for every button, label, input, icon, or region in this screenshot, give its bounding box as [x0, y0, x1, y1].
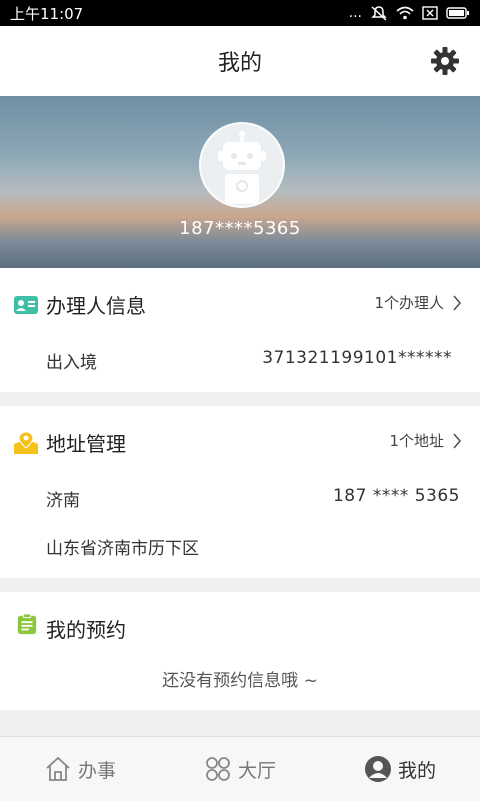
- profile-phone: 187****5365: [179, 218, 301, 239]
- status-time: 上午11:07: [10, 4, 84, 23]
- nav-label-mine: 我的: [397, 759, 436, 782]
- appointment-card[interactable]: 我的预约 还没有预约信息哦 ~: [0, 592, 480, 710]
- robot-avatar-icon: [218, 131, 266, 204]
- address-count-link[interactable]: 1个地址: [389, 430, 462, 451]
- applicant-card-header[interactable]: 办理人信息 1个办理人: [0, 268, 480, 338]
- sim-x-icon: [422, 6, 438, 20]
- status-dots: ...: [348, 5, 362, 21]
- mute-icon: [371, 6, 387, 21]
- chevron-right-icon: [453, 432, 462, 449]
- appointment-card-header: 我的预约: [0, 592, 480, 662]
- page-title: 我的: [217, 51, 262, 76]
- appointment-empty-message: 还没有预约信息哦 ~: [162, 671, 318, 691]
- address-count: 1个地址: [389, 432, 444, 450]
- avatar[interactable]: [199, 122, 285, 208]
- clipboard-icon: [17, 613, 37, 635]
- applicant-title: 办理人信息: [46, 294, 146, 318]
- applicant-type: 出入境: [46, 353, 97, 373]
- nav-item-hall[interactable]: 大厅: [160, 755, 320, 783]
- nav-label-hall: 大厅: [237, 759, 276, 782]
- battery-icon: [446, 7, 469, 19]
- wifi-icon: [396, 6, 414, 20]
- bottom-nav: 办事 大厅 我的: [0, 736, 480, 801]
- address-card-header[interactable]: 地址管理 1个地址: [0, 406, 480, 476]
- address-phone: 187 **** 5365: [332, 486, 460, 506]
- applicant-count: 1个办理人: [374, 294, 444, 312]
- applicant-count-link[interactable]: 1个办理人: [374, 292, 462, 313]
- home-icon: [46, 756, 70, 781]
- hall-grid-icon: [206, 757, 230, 781]
- id-card-icon: [14, 296, 38, 314]
- address-detail: 山东省济南市历下区: [46, 539, 199, 559]
- address-title: 地址管理: [46, 432, 126, 456]
- gear-icon[interactable]: [428, 44, 462, 78]
- nav-item-affairs[interactable]: 办事: [0, 755, 160, 783]
- status-icons: ...: [349, 5, 470, 21]
- appointment-title: 我的预约: [46, 618, 126, 642]
- profile-banner: 187****5365: [0, 96, 480, 268]
- chevron-right-icon: [453, 294, 462, 311]
- nav-item-mine[interactable]: 我的: [320, 755, 480, 783]
- user-icon: [364, 756, 391, 782]
- address-name: 济南: [46, 491, 80, 511]
- status-bar: 上午11:07 ...: [0, 0, 480, 26]
- applicant-id-number: 371321199101******: [262, 348, 452, 368]
- address-card[interactable]: 地址管理 1个地址 济南 187 **** 5365 山东省济南市历下区: [0, 406, 480, 578]
- location-pin-icon: [14, 432, 38, 454]
- applicant-card[interactable]: 办理人信息 1个办理人 出入境 371321199101******: [0, 268, 480, 392]
- nav-label-affairs: 办事: [77, 759, 116, 782]
- title-bar: 我的: [0, 26, 480, 96]
